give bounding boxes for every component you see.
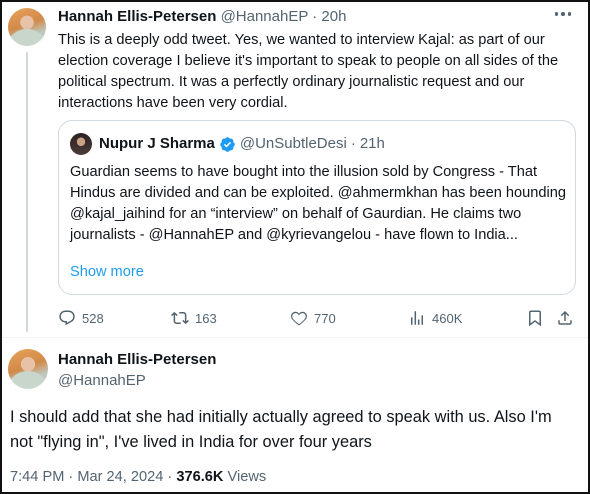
share-icon (558, 310, 572, 325)
reply-icon (59, 310, 75, 326)
reply-text: I should add that she had initially actu… (10, 408, 552, 451)
retweet-button[interactable]: 163 (171, 307, 217, 329)
reply-meta-separator-2: · (167, 469, 173, 485)
quoted-author-handle[interactable]: @UnSubtleDesi (240, 135, 347, 153)
reply-meta-separator: · (68, 469, 74, 485)
reply-author-avatar[interactable] (8, 349, 48, 389)
views-icon (411, 311, 423, 325)
show-more-link[interactable]: Show more (70, 262, 144, 283)
reply-author-handle[interactable]: @HannahEP (58, 372, 146, 390)
header-separator: · (312, 8, 318, 25)
like-count: 770 (314, 310, 336, 326)
quoted-author-avatar[interactable] (70, 133, 92, 155)
quoted-header-separator: · (350, 135, 356, 152)
tweet-header: Hannah Ellis-Petersen @HannahEP · 20h (58, 8, 346, 26)
thread-connector-line (26, 52, 28, 332)
reply-meta: 7:44 PM · Mar 24, 2024 · 376.6K Views (10, 468, 266, 486)
quoted-tweet-header: Nupur J Sharma @UnSubtleDesi · 21h (99, 135, 385, 153)
reply-views-count: 376.6K (176, 469, 224, 485)
more-icon[interactable] (550, 4, 576, 24)
quoted-author-name[interactable]: Nupur J Sharma (99, 135, 215, 153)
reply-views-label: Views (227, 469, 267, 485)
author-avatar[interactable] (8, 8, 46, 46)
reply-count: 528 (82, 310, 104, 326)
views-count: 460K (432, 310, 463, 326)
tweet-text: This is a deeply odd tweet. Yes, we want… (58, 32, 559, 111)
reply-date[interactable]: Mar 24, 2024 (77, 469, 163, 485)
quoted-tweet[interactable]: Nupur J Sharma @UnSubtleDesi · 21h Guard… (58, 120, 576, 295)
reply-time[interactable]: 7:44 PM (10, 469, 64, 485)
author-handle[interactable]: @HannahEP (221, 8, 309, 25)
author-name[interactable]: Hannah Ellis-Petersen (58, 8, 216, 25)
reply-button[interactable]: 528 (58, 307, 104, 329)
views-button[interactable]: 460K (408, 307, 462, 329)
tweet-divider (2, 337, 588, 338)
bookmark-button[interactable] (526, 307, 544, 329)
tweet-time[interactable]: 20h (321, 8, 346, 25)
like-icon (291, 311, 307, 326)
quoted-tweet-text: Guardian seems to have bought into the i… (70, 164, 566, 243)
like-button[interactable]: 770 (290, 307, 336, 329)
retweet-icon (171, 311, 189, 325)
quoted-tweet-time[interactable]: 21h (360, 135, 385, 153)
verified-badge-icon (219, 136, 236, 153)
retweet-count: 163 (195, 310, 217, 326)
share-button[interactable] (556, 307, 574, 329)
reply-author-name[interactable]: Hannah Ellis-Petersen (58, 351, 216, 369)
tweet-action-bar: 528 163 770 460K (58, 307, 578, 329)
bookmark-icon (529, 310, 541, 327)
